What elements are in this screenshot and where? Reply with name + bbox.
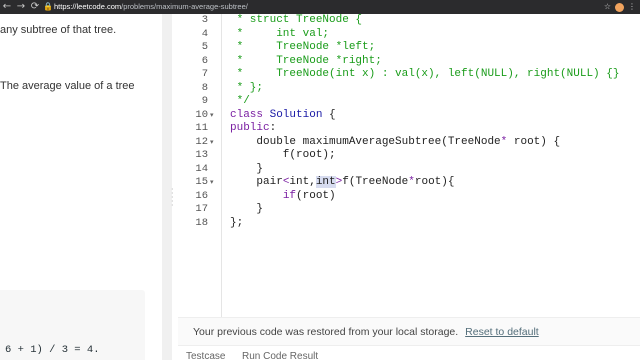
url-path: /problems/maximum-average-subtree/ <box>121 2 248 11</box>
line-number: 15 <box>195 176 208 188</box>
code-token: f(root); <box>230 149 336 161</box>
code-area[interactable]: * struct TreeNode { * int val; * TreeNod… <box>230 14 619 230</box>
console-tabs: Testcase Run Code Result <box>178 345 640 360</box>
code-line[interactable]: * TreeNode *left; <box>230 41 619 55</box>
line-number: 9 <box>201 95 208 107</box>
code-line[interactable]: * int val; <box>230 28 619 42</box>
code-line[interactable]: if(root) <box>230 190 619 204</box>
line-number: 18 <box>195 216 208 229</box>
line-number: 16 <box>195 189 208 202</box>
drag-handle-icon[interactable]: · · · · · <box>171 186 174 210</box>
code-line[interactable]: * TreeNode(int x) : val(x), left(NULL), … <box>230 68 620 82</box>
reset-to-default-link[interactable]: Reset to default <box>465 326 539 338</box>
code-token: (root) <box>296 189 336 202</box>
code-token: * }; <box>230 81 264 94</box>
fold-arrow-icon[interactable]: ▾ <box>210 176 214 190</box>
description-line: The average value of a tree <box>0 80 135 92</box>
code-editor[interactable]: 3 4 5 6 7 8 9 10 ▾ 11 12 ▾ 13 14 15 ▾ 16 17 18 * struct Tr… <box>178 14 640 317</box>
code-line[interactable]: */ <box>230 95 619 109</box>
tab-run-code-result[interactable]: Run Code Result <box>242 351 318 360</box>
code-token: int, <box>289 176 316 188</box>
line-number: 5 <box>201 41 208 53</box>
code-line[interactable]: } <box>230 163 619 177</box>
code-line[interactable]: pair<int,int>f(TreeNode*root){ <box>230 176 619 190</box>
line-number: 7 <box>201 68 208 80</box>
code-line[interactable]: * }; <box>230 82 619 96</box>
line-number: 13 <box>195 149 208 161</box>
forward-icon[interactable]: → <box>14 0 28 14</box>
code-token: root) { <box>507 135 561 148</box>
code-line[interactable]: public: <box>230 122 619 136</box>
code-line[interactable]: } <box>230 203 619 217</box>
line-number: 17 <box>195 203 208 215</box>
lock-icon: 🔒 <box>43 2 53 11</box>
example-output: 6 + 1) / 3 = 4. <box>5 344 100 356</box>
star-icon[interactable]: ☆ <box>604 0 611 14</box>
line-number: 10 <box>195 108 208 121</box>
browser-toolbar: ← → ⟳ 🔒 https://leetcode.com/problems/ma… <box>0 0 640 14</box>
code-token: f(TreeNode <box>342 176 409 188</box>
code-token: * TreeNode(int x) : val(x), left(NULL), … <box>230 68 620 80</box>
code-token: * TreeNode *right; <box>230 54 382 67</box>
code-line[interactable]: f(root); <box>230 149 619 163</box>
url-host: https://leetcode.com <box>54 2 122 11</box>
line-number: 12 <box>195 135 208 148</box>
restore-message: Your previous code was restored from you… <box>193 325 459 338</box>
code-line[interactable]: class Solution { <box>230 109 619 123</box>
code-token: } <box>230 162 264 175</box>
code-token: double maximumAverageSubtree(TreeNode <box>230 135 501 148</box>
line-number: 8 <box>201 81 208 94</box>
description-line: any subtree of that tree. <box>0 24 117 36</box>
code-token: int <box>315 176 336 188</box>
problem-description-panel: any subtree of that tree. The average va… <box>0 14 162 360</box>
code-token: * <box>408 176 415 188</box>
code-line[interactable]: double maximumAverageSubtree(TreeNode* r… <box>230 136 619 150</box>
back-icon[interactable]: ← <box>0 0 14 14</box>
code-token: * struct TreeNode { <box>230 14 363 26</box>
restore-notice: Your previous code was restored from you… <box>178 317 640 345</box>
line-number: 11 <box>195 122 208 134</box>
code-token: */ <box>230 95 250 107</box>
tab-testcase[interactable]: Testcase <box>186 351 225 360</box>
line-number-gutter: 3 4 5 6 7 8 9 10 ▾ 11 12 ▾ 13 14 15 ▾ 16 17 18 <box>178 14 222 317</box>
code-token: }; <box>230 216 244 229</box>
code-token: { <box>322 108 336 121</box>
code-token: : <box>269 122 277 134</box>
line-number: 6 <box>201 54 208 67</box>
code-line[interactable]: }; <box>230 217 619 231</box>
code-line[interactable]: * TreeNode *right; <box>230 55 619 69</box>
code-token: * TreeNode *left; <box>230 41 376 53</box>
line-number: 14 <box>195 162 208 175</box>
more-vertical-icon[interactable]: ⋮ <box>628 0 636 14</box>
code-token: pair <box>230 176 283 188</box>
code-token: * int val; <box>230 27 330 40</box>
reload-icon[interactable]: ⟳ <box>28 0 42 14</box>
address-bar[interactable]: https://leetcode.com/problems/maximum-av… <box>54 0 248 14</box>
code-token: class <box>230 108 270 121</box>
code-token: Solution <box>269 108 323 121</box>
fold-arrow-icon[interactable]: ▾ <box>210 109 214 123</box>
code-token: } <box>230 203 264 215</box>
avatar[interactable] <box>615 2 624 12</box>
code-token: root){ <box>414 176 455 188</box>
code-token: if <box>282 189 297 202</box>
fold-arrow-icon[interactable]: ▾ <box>210 136 214 150</box>
line-number: 3 <box>201 14 208 26</box>
code-line[interactable]: * struct TreeNode { <box>230 14 619 28</box>
line-number: 4 <box>201 27 208 40</box>
code-token: public <box>230 122 270 134</box>
